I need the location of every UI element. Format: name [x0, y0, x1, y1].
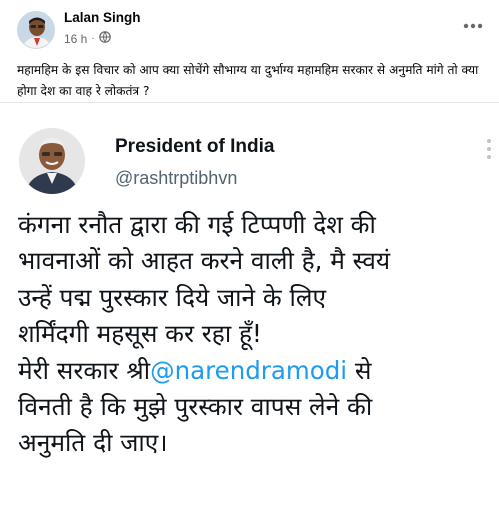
more-vertical-icon — [481, 134, 497, 164]
tweet-line-prefix: मेरी सरकार श्री — [18, 355, 151, 385]
tweet-line-with-mention: मेरी सरकार श्री@narendramodi से — [18, 353, 496, 389]
globe-icon — [98, 31, 111, 46]
tweet-line: विनती है कि मुझे पुरस्कार वापस लेने की — [18, 392, 373, 422]
tweet-line: भावनाओं को आहत करने वाली है, मै स्वयं — [18, 246, 391, 276]
post-time[interactable]: 16 h — [64, 32, 87, 46]
tweet-line: उन्हें पद्म पुरस्कार दिये जाने के लिए — [18, 282, 327, 312]
tweet-avatar — [19, 128, 85, 194]
tweet-line: कंगना रनौत द्वारा की गई टिप्पणी देश की — [18, 210, 376, 239]
tweet-line-suffix: से — [347, 355, 372, 385]
tweet-line: शर्मिंदगी महसूस कर रहा हूँ! — [18, 319, 262, 349]
author-avatar-image — [18, 12, 54, 48]
post-meta: 16 h · — [64, 31, 111, 46]
tweet-display-name: President of India — [115, 136, 275, 157]
tweet-text: कंगना रनौत द्वारा की गई टिप्पणी देश की भ… — [18, 207, 496, 462]
meta-separator: · — [91, 33, 95, 44]
tweet-handle: @rashtrptibhvn — [115, 168, 238, 188]
mention-link: @narendramodi — [150, 355, 348, 385]
tweet-avatar-image — [19, 128, 85, 194]
author-name[interactable]: Lalan Singh — [64, 10, 141, 25]
author-avatar[interactable] — [17, 11, 55, 49]
post-caption: महामहिम के इस विचार को आप क्या सोचेंगे स… — [17, 63, 479, 98]
post-header: Lalan Singh 16 h · — [0, 0, 499, 56]
tweet-line: अनुमति दी जाए। — [18, 428, 168, 458]
more-horizontal-icon[interactable] — [461, 14, 485, 38]
